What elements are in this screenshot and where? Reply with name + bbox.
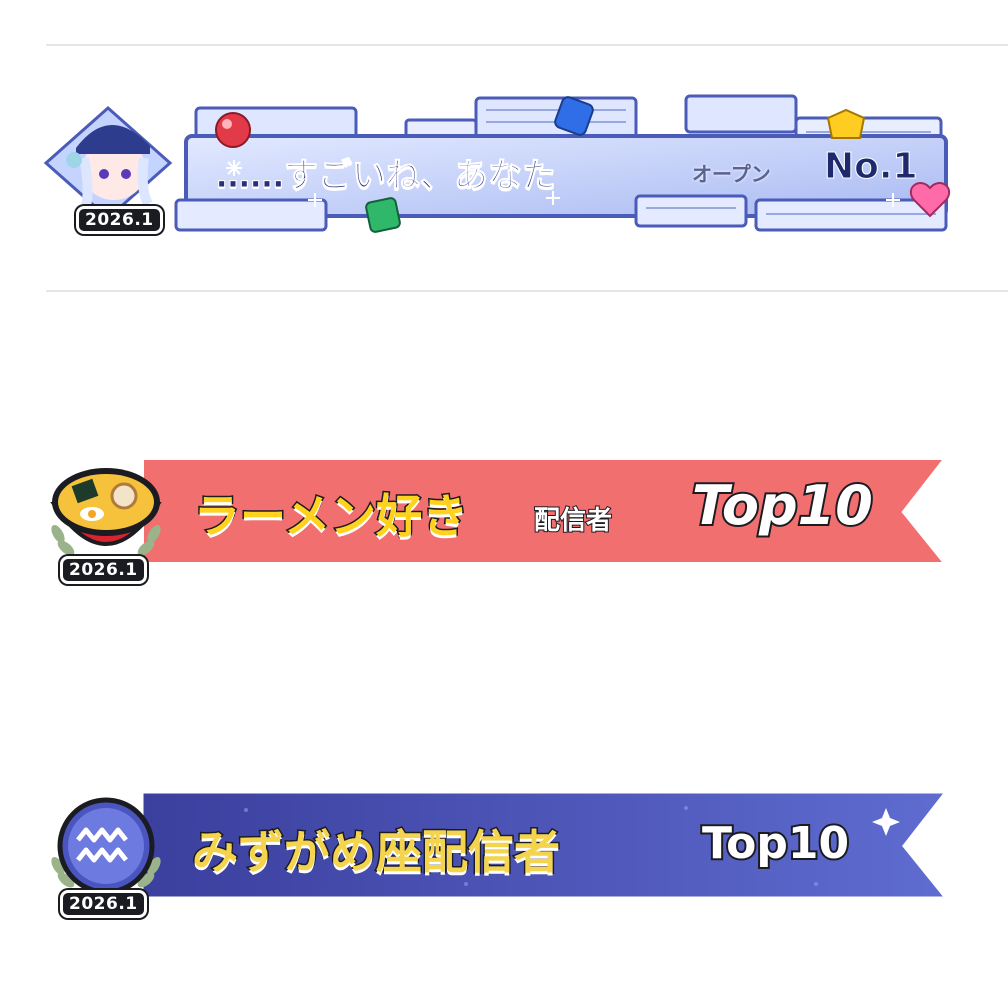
badge-2-title: ラーメン好き — [192, 488, 469, 545]
girl-character-icon — [43, 105, 173, 221]
top-divider — [46, 44, 1008, 46]
badge-2-date: 2026.1 — [60, 556, 147, 584]
middle-divider — [46, 290, 1008, 292]
badge-3-title: みずがめ座配信者 — [191, 824, 562, 881]
badge-sugoine-open-no1[interactable]: 2026.1 ……すごいね、あなた オープン No.1 — [43, 88, 958, 244]
badge-1-sub: オープン — [692, 162, 771, 186]
red-gem-icon — [215, 112, 251, 148]
badge-3-date: 2026.1 — [60, 890, 147, 918]
aquarius-icon — [57, 797, 155, 895]
yellow-gem-icon — [826, 108, 866, 139]
badge-2-rank: Top10 — [690, 472, 875, 539]
badge-ramen-top10[interactable]: 2026.1 ラーメン好き 配信者 Top10 — [46, 452, 951, 588]
badge-1-date: 2026.1 — [76, 206, 163, 234]
badge-3-rank: Top10 — [700, 816, 851, 871]
badge-2-sub: 配信者 — [533, 505, 613, 537]
badge-aquarius-top10[interactable]: 2026.1 みずがめ座配信者 Top10 — [46, 788, 950, 924]
badge-1-title: ……すごいね、あなた — [216, 156, 557, 197]
badge-1-rank: No.1 — [824, 146, 919, 188]
green-gem-icon — [365, 197, 401, 233]
